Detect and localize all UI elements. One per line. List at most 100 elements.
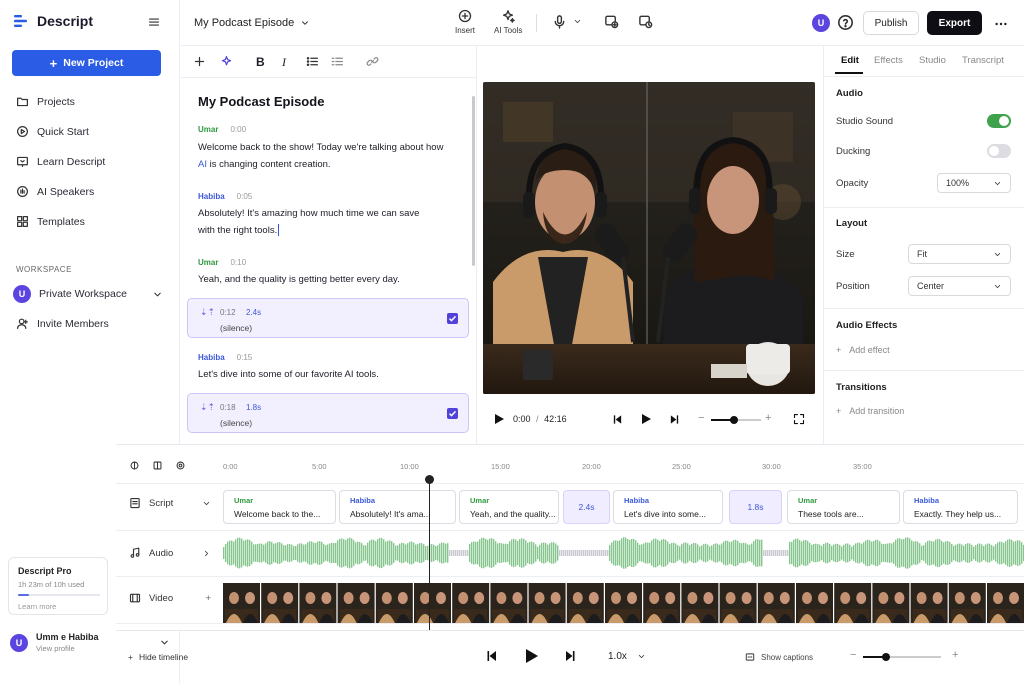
silence-block[interactable]: ⇣⇡ 0:12 2.4s (silence): [187, 298, 469, 338]
script-clip[interactable]: Habiba Let's dive into some...: [613, 490, 723, 524]
waveform-bar: [297, 544, 299, 562]
publish-button[interactable]: Publish: [863, 11, 919, 35]
speaker-label[interactable]: Habiba 0:15: [198, 353, 252, 362]
silence-block[interactable]: ⇣⇡ 0:18 1.8s (silence): [187, 393, 469, 433]
video-play-button[interactable]: [493, 413, 505, 425]
invite-members-button[interactable]: Invite Members: [16, 317, 109, 330]
video-track-label[interactable]: Video +: [129, 592, 211, 604]
transcript-paragraph[interactable]: Absolutely! It's amazing how much time w…: [198, 205, 468, 239]
export-button[interactable]: Export: [927, 11, 982, 35]
next-button[interactable]: [564, 650, 576, 662]
more-options-button[interactable]: [994, 17, 1008, 31]
sidebar-item-quick-start[interactable]: Quick Start: [16, 125, 89, 138]
audio-track-label[interactable]: Audio: [129, 547, 211, 559]
new-project-button[interactable]: + New Project: [12, 50, 161, 76]
tab-effects[interactable]: Effects: [874, 55, 903, 66]
playhead[interactable]: [429, 477, 430, 631]
waveform-bar: [751, 543, 753, 563]
script-track-label[interactable]: Script: [129, 497, 211, 509]
previous-button[interactable]: [486, 650, 498, 662]
add-effect-button[interactable]: + Add effect: [836, 345, 890, 355]
zoom-knob[interactable]: [882, 653, 891, 661]
script-clip[interactable]: Umar These tools are...: [787, 490, 900, 524]
studio-sound-toggle[interactable]: [987, 114, 1011, 128]
sidebar-menu-button[interactable]: [148, 16, 160, 28]
preview-play-button[interactable]: [640, 413, 652, 425]
video-filmstrip[interactable]: [223, 583, 1024, 623]
ai-assist-button[interactable]: [220, 55, 233, 68]
transcript-paragraph[interactable]: Welcome back to the show! Today we're ta…: [198, 139, 468, 173]
transcript-paragraph[interactable]: Yeah, and the quality is getting better …: [198, 271, 468, 288]
help-button[interactable]: [837, 14, 854, 31]
split-icon[interactable]: [152, 460, 163, 471]
silence-clip[interactable]: 1.8s: [729, 490, 782, 524]
opacity-select[interactable]: 100%: [937, 173, 1011, 193]
skip-forward-button[interactable]: [669, 414, 680, 425]
document-title-dropdown[interactable]: My Podcast Episode: [194, 17, 310, 29]
speaker-label[interactable]: Umar 0:10: [198, 258, 246, 267]
speaker-label[interactable]: Umar 0:00: [198, 125, 246, 134]
insert-button[interactable]: Insert: [455, 9, 475, 35]
target-icon[interactable]: [175, 460, 186, 471]
fullscreen-button[interactable]: [793, 413, 805, 425]
link-button[interactable]: [366, 55, 379, 68]
volume-down-icon[interactable]: −: [698, 412, 704, 424]
speed-select[interactable]: 1.0x: [608, 651, 646, 662]
sidebar-item-templates[interactable]: Templates: [16, 215, 85, 228]
record-button[interactable]: [552, 14, 582, 29]
main-play-button[interactable]: [524, 648, 539, 664]
checklist-button[interactable]: [331, 55, 344, 68]
video-preview[interactable]: [483, 82, 815, 394]
zoom-out-icon[interactable]: −: [850, 649, 856, 661]
collaborator-avatar[interactable]: U: [812, 14, 830, 32]
volume-up-icon[interactable]: +: [765, 412, 771, 424]
tab-edit[interactable]: Edit: [841, 55, 859, 66]
waveform-bar: [975, 545, 977, 561]
ducking-toggle[interactable]: [987, 144, 1011, 158]
transcript-paragraph[interactable]: Let's dive into some of our favorite AI …: [198, 366, 468, 383]
sidebar-item-learn-descript[interactable]: Learn Descript: [16, 155, 105, 168]
volume-slider[interactable]: [711, 416, 761, 424]
new-project-label: New Project: [63, 57, 124, 69]
snap-icon[interactable]: [129, 460, 140, 471]
workspace-selector[interactable]: U Private Workspace: [13, 285, 163, 303]
volume-knob[interactable]: [729, 416, 738, 424]
silence-clip[interactable]: 2.4s: [563, 490, 610, 524]
script-clip[interactable]: Habiba Exactly. They help us...: [903, 490, 1018, 524]
waveform-bar: [991, 545, 993, 561]
add-video-icon[interactable]: +: [205, 593, 211, 604]
position-select[interactable]: Center: [908, 276, 1011, 296]
playhead-handle[interactable]: [425, 475, 434, 484]
hide-timeline-button[interactable]: + Hide timeline: [128, 652, 188, 662]
show-captions-button[interactable]: Show captions: [745, 652, 813, 662]
script-clip[interactable]: Umar Yeah, and the quality...: [459, 490, 559, 524]
add-transition-button[interactable]: + Add transition: [836, 406, 904, 416]
silence-checkbox[interactable]: [447, 408, 458, 419]
zoom-in-icon[interactable]: +: [952, 649, 958, 661]
bold-button[interactable]: B: [256, 55, 265, 69]
script-clip[interactable]: Umar Welcome back to the...: [223, 490, 336, 524]
speaker-label[interactable]: Habiba 0:05: [198, 192, 252, 201]
bullet-list-button[interactable]: [306, 55, 319, 68]
zoom-slider[interactable]: [863, 653, 941, 661]
sidebar-item-projects[interactable]: Projects: [16, 95, 75, 108]
editor-scrollbar[interactable]: [472, 96, 475, 266]
waveform-bar: [891, 543, 893, 563]
audio-waveform[interactable]: [223, 535, 1024, 571]
size-select[interactable]: Fit: [908, 244, 1011, 264]
learn-more-link[interactable]: Learn more: [18, 602, 98, 611]
scene-button[interactable]: [604, 14, 619, 29]
tab-studio[interactable]: Studio: [919, 55, 946, 66]
ai-tools-button[interactable]: AI Tools: [494, 9, 522, 35]
video-thumbnail: [414, 583, 451, 623]
tab-transcript[interactable]: Transcript: [962, 55, 1004, 66]
italic-button[interactable]: I: [282, 55, 286, 70]
insert-block-button[interactable]: [193, 55, 206, 68]
skip-back-button[interactable]: [612, 414, 623, 425]
silence-checkbox[interactable]: [447, 313, 458, 324]
clip-button[interactable]: [638, 14, 653, 29]
sidebar-item-ai-speakers[interactable]: AI Speakers: [16, 185, 94, 198]
app-logo[interactable]: Descript: [13, 13, 93, 29]
waveform-bar: [921, 545, 923, 561]
script-clip[interactable]: Habiba Absolutely! It's ama...: [339, 490, 456, 524]
